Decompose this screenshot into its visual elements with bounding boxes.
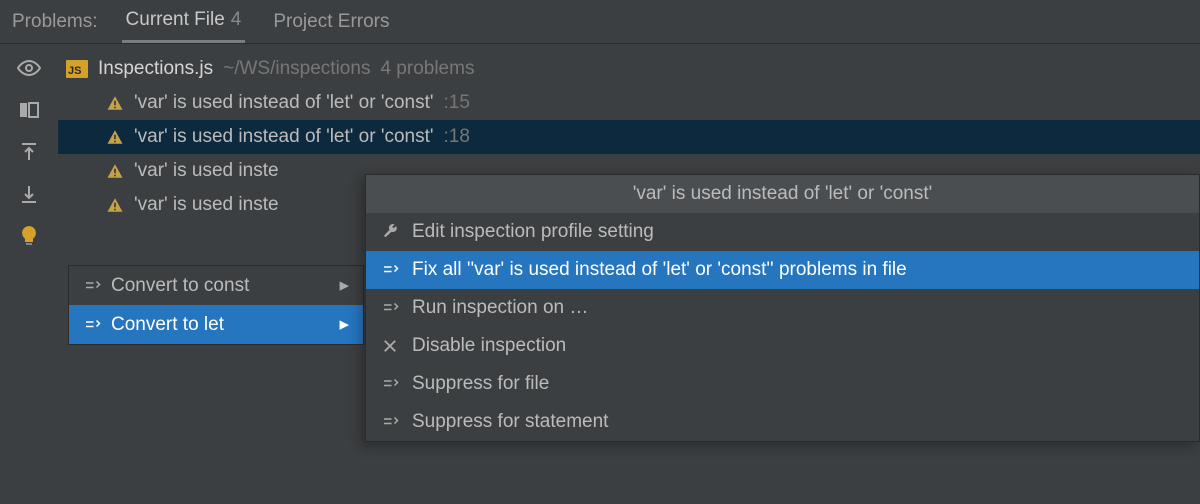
submenu-popup: 'var' is used instead of 'let' or 'const… (365, 174, 1200, 442)
bulb-icon[interactable] (17, 224, 41, 248)
tab-current-file-label: Current File (126, 9, 225, 31)
chevron-right-icon: ▸ (339, 313, 349, 336)
file-path: ~/WS/inspections (223, 58, 370, 80)
warning-icon (106, 162, 124, 180)
suppress-for-file[interactable]: Suppress for file (366, 365, 1199, 403)
warning-icon (106, 196, 124, 214)
popup-label: Suppress for statement (412, 411, 608, 433)
intention-icon (380, 413, 400, 431)
convert-to-const[interactable]: Convert to const ▸ (69, 266, 363, 305)
chevron-right-icon: ▸ (339, 274, 349, 297)
file-name: Inspections.js (98, 58, 213, 80)
menu-label: Convert to const (111, 275, 249, 297)
eye-icon[interactable] (17, 56, 41, 80)
warning-icon (106, 94, 124, 112)
popup-title: 'var' is used instead of 'let' or 'const… (366, 175, 1199, 213)
suppress-for-statement[interactable]: Suppress for statement (366, 403, 1199, 441)
tab-project-errors[interactable]: Project Errors (269, 0, 393, 43)
js-file-icon: JS (66, 60, 88, 78)
close-icon (380, 337, 400, 355)
popup-label: Disable inspection (412, 335, 566, 357)
disable-inspection[interactable]: Disable inspection (366, 327, 1199, 365)
problem-line: :18 (444, 126, 470, 148)
menu-label: Convert to let (111, 314, 224, 336)
tab-current-file-count: 4 (231, 9, 242, 31)
popup-label: Run inspection on … (412, 297, 588, 319)
intention-icon (380, 261, 400, 279)
popup-label: Edit inspection profile setting (412, 221, 654, 243)
problem-row[interactable]: 'var' is used instead of 'let' or 'const… (58, 86, 1200, 120)
warning-icon (106, 128, 124, 146)
problem-line: :15 (444, 92, 470, 114)
wrench-icon (380, 223, 400, 241)
problems-count: 4 problems (380, 58, 474, 80)
popup-label: Fix all ''var' is used instead of 'let' … (412, 259, 907, 281)
intention-icon (83, 277, 101, 295)
tabs-label: Problems: (12, 11, 98, 33)
sidebar (0, 44, 58, 504)
intention-icon (380, 375, 400, 393)
quickfix-menu: Convert to const ▸ Convert to let ▸ (68, 265, 364, 345)
intention-icon (380, 299, 400, 317)
convert-to-let[interactable]: Convert to let ▸ (69, 305, 363, 344)
edit-inspection-profile[interactable]: Edit inspection profile setting (366, 213, 1199, 251)
problem-text: 'var' is used instead of 'let' or 'const… (134, 126, 434, 148)
tab-current-file[interactable]: Current File 4 (122, 0, 246, 43)
intention-icon (83, 316, 101, 334)
problem-row[interactable]: 'var' is used instead of 'let' or 'const… (58, 120, 1200, 154)
tab-project-errors-label: Project Errors (273, 11, 389, 33)
problems-tabs: Problems: Current File 4 Project Errors (0, 0, 1200, 44)
problem-text: 'var' is used inste (134, 194, 279, 216)
fix-all-in-file[interactable]: Fix all ''var' is used instead of 'let' … (366, 251, 1199, 289)
layout-icon[interactable] (17, 98, 41, 122)
problem-text: 'var' is used instead of 'let' or 'const… (134, 92, 434, 114)
expand-icon[interactable] (17, 140, 41, 164)
problem-text: 'var' is used inste (134, 160, 279, 182)
run-inspection-on[interactable]: Run inspection on … (366, 289, 1199, 327)
file-header[interactable]: JS Inspections.js ~/WS/inspections 4 pro… (58, 52, 1200, 86)
popup-label: Suppress for file (412, 373, 549, 395)
collapse-icon[interactable] (17, 182, 41, 206)
